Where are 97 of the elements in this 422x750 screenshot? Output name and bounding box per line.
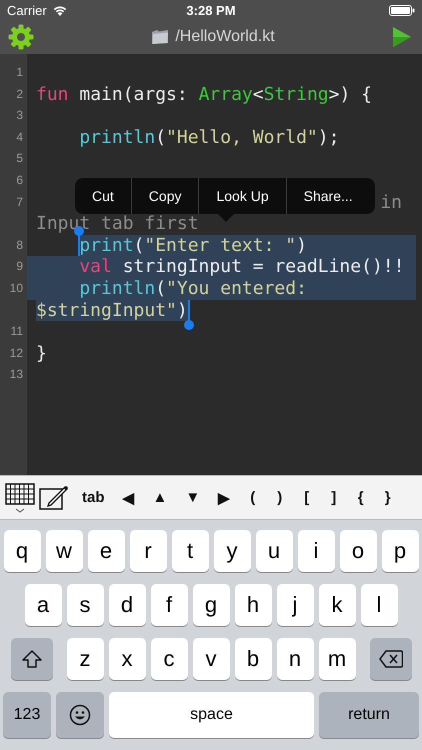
menu-item[interactable]: Look Up: [199, 178, 287, 214]
code-token: Input tab first: [36, 213, 199, 234]
keyboard-icon[interactable]: [5, 482, 35, 514]
line-number: 7: [15, 194, 24, 211]
code-token: stringInput = readLine()!!: [122, 256, 404, 278]
accessory-key[interactable]: ]: [320, 489, 348, 506]
letter-key[interactable]: r: [130, 530, 166, 572]
letter-key[interactable]: d: [108, 584, 146, 626]
accessory-key[interactable]: ▶: [209, 488, 240, 506]
menu-item[interactable]: Share...: [286, 178, 370, 214]
accessory-key[interactable]: ▲: [144, 489, 176, 506]
letter-key[interactable]: b: [234, 638, 272, 680]
accessory-key[interactable]: ◀: [114, 488, 144, 506]
letter-key[interactable]: i: [298, 530, 334, 572]
code-token: >) {: [328, 84, 372, 105]
letter-key[interactable]: l: [360, 584, 398, 626]
code-token: Array: [198, 84, 253, 105]
line-number: 3: [15, 107, 24, 124]
code-token: "You entered:: [166, 278, 307, 299]
code-token: <: [252, 84, 264, 105]
code-token: ): [176, 300, 188, 321]
code-token: "Hello, World": [166, 126, 318, 148]
letter-key[interactable]: y: [214, 530, 250, 572]
letter-key[interactable]: a: [24, 584, 62, 626]
letter-key[interactable]: z: [66, 638, 104, 680]
wifi-icon: [52, 4, 68, 16]
file-title: /HelloWorld.kt: [175, 28, 275, 46]
letter-key[interactable]: w: [46, 530, 82, 572]
status-time: 3:28 PM: [186, 2, 236, 18]
letter-key[interactable]: j: [276, 584, 314, 626]
code-token: );: [318, 126, 340, 148]
letter-key[interactable]: q: [4, 530, 40, 572]
code-token: (: [155, 126, 166, 148]
letter-key[interactable]: c: [150, 638, 188, 680]
line-number: 8: [15, 236, 24, 254]
folder-icon: [151, 29, 170, 45]
code-token: (: [134, 234, 144, 256]
menu-item[interactable]: Cut: [75, 178, 132, 214]
shift-key[interactable]: [10, 638, 52, 680]
line-number: 6: [15, 172, 24, 189]
line-number: 10: [8, 280, 24, 297]
code-token: }: [36, 342, 47, 364]
return-key[interactable]: return: [319, 692, 419, 738]
letter-key[interactable]: u: [256, 530, 292, 572]
letter-key[interactable]: t: [172, 530, 208, 572]
code-token: val: [79, 256, 112, 278]
backspace-icon: [378, 650, 402, 668]
line-number: 9: [15, 258, 24, 276]
code-token: (: [155, 278, 166, 299]
shift-icon: [22, 650, 42, 668]
line-number: 12: [8, 344, 24, 362]
menu-item[interactable]: Copy: [132, 178, 200, 214]
letter-key[interactable]: f: [150, 584, 188, 626]
backspace-key[interactable]: [370, 638, 412, 680]
accessory-key[interactable]: tab: [73, 489, 114, 506]
accessory-key[interactable]: ): [266, 489, 294, 506]
accessory-key[interactable]: (: [239, 489, 266, 506]
code-token: main(args:: [78, 84, 189, 105]
accessory-key[interactable]: {: [347, 489, 374, 506]
code-token: ): [296, 234, 307, 256]
emoji-icon: [69, 704, 91, 726]
line-number: 11: [10, 323, 24, 340]
line-number: 2: [15, 86, 24, 103]
letter-key[interactable]: h: [234, 584, 272, 626]
emoji-key[interactable]: [56, 692, 104, 738]
letter-key[interactable]: v: [192, 638, 230, 680]
code-token: fun: [36, 84, 69, 105]
code-token: in: [380, 192, 402, 213]
letter-key[interactable]: e: [88, 530, 124, 572]
line-number: 5: [15, 150, 24, 168]
letter-key[interactable]: x: [108, 638, 146, 680]
battery-icon: [388, 4, 415, 16]
pencil-icon[interactable]: [39, 484, 69, 510]
letter-key[interactable]: k: [318, 584, 356, 626]
code-token: $stringInput": [36, 300, 177, 321]
line-number: 13: [8, 366, 24, 384]
numbers-key[interactable]: 123: [3, 692, 51, 738]
letter-key[interactable]: s: [66, 584, 104, 626]
code-token: print: [79, 234, 134, 256]
code-token: println: [79, 126, 156, 148]
carrier-label: Carrier: [7, 2, 47, 18]
accessory-key[interactable]: ▼: [176, 489, 210, 506]
letter-key[interactable]: m: [318, 638, 356, 680]
space-key[interactable]: space: [109, 692, 314, 738]
letter-key[interactable]: g: [192, 584, 230, 626]
letter-key[interactable]: n: [276, 638, 314, 680]
code-token: println: [79, 278, 156, 299]
accessory-key[interactable]: }: [374, 489, 402, 506]
accessory-key[interactable]: [: [293, 489, 320, 506]
line-number: 4: [15, 128, 24, 146]
play-icon[interactable]: [392, 26, 412, 48]
code-token: String: [264, 84, 329, 105]
letter-key[interactable]: o: [340, 530, 376, 572]
letter-key[interactable]: p: [382, 530, 418, 572]
line-number: 1: [15, 64, 24, 81]
selection-end-handle[interactable]: [184, 300, 194, 330]
code-token: "Enter text: ": [144, 234, 296, 256]
